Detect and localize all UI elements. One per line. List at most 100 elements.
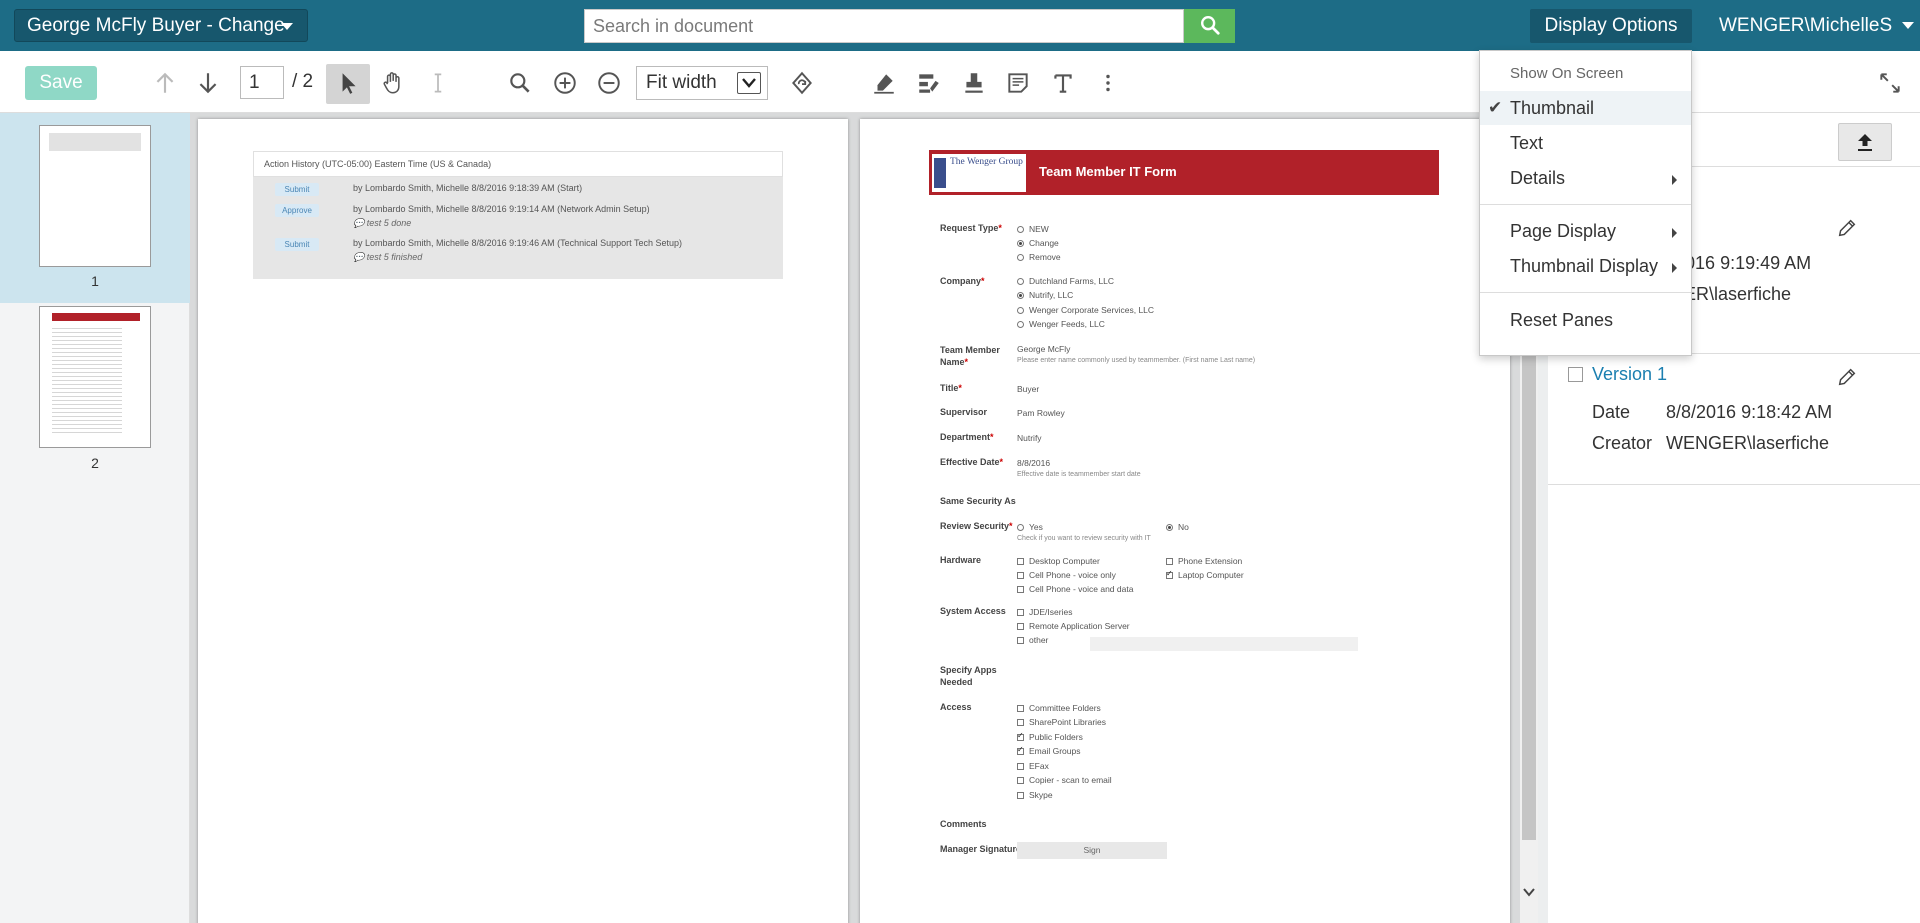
system-access-option[interactable]: Remote Application Server <box>1017 621 1130 631</box>
note-icon <box>1008 73 1028 93</box>
sign-button[interactable]: Sign <box>1017 842 1167 859</box>
request-type-option[interactable]: Remove <box>1017 252 1061 262</box>
hardware-option[interactable]: Desktop Computer <box>1017 556 1100 566</box>
edit-version-button[interactable] <box>1836 366 1860 390</box>
menu-item-label: Thumbnail <box>1510 98 1595 118</box>
radio-checked-icon <box>1017 292 1024 299</box>
supervisor-label: Supervisor <box>940 407 988 417</box>
thumbnail-page-1[interactable]: 1 <box>0 113 190 303</box>
pencil-icon <box>1838 219 1856 237</box>
zoom-in-button[interactable] <box>547 65 583 101</box>
access-option[interactable]: Email Groups <box>1017 745 1081 756</box>
review-security-yes[interactable]: Yes <box>1017 522 1043 532</box>
company-option[interactable]: Wenger Corporate Services, LLC <box>1017 305 1154 315</box>
version-1-link[interactable]: Version 1 <box>1592 364 1667 385</box>
request-type-option[interactable]: Change <box>1017 238 1059 248</box>
menu-item-page-display[interactable]: Page Display <box>1480 214 1691 248</box>
option-text: EFax <box>1029 761 1049 771</box>
review-security-no[interactable]: No <box>1166 522 1189 532</box>
radio-icon <box>1017 254 1024 261</box>
option-text: Remote Application Server <box>1029 621 1130 631</box>
text-annotation-button[interactable] <box>1045 65 1081 101</box>
effective-date-value: 8/8/2016 <box>1017 458 1051 468</box>
submenu-arrow-icon <box>1672 175 1677 185</box>
hardware-option[interactable]: Phone Extension <box>1166 556 1242 566</box>
sticky-note-button[interactable] <box>1000 65 1036 101</box>
menu-item-thumbnail[interactable]: ✔ Thumbnail <box>1480 91 1691 125</box>
thumbnail-content <box>49 133 141 151</box>
hardware-option[interactable]: Cell Phone - voice only <box>1017 570 1116 580</box>
checkmark-icon: ✔ <box>1488 98 1503 117</box>
user-name: WENGER\MichelleS <box>1719 15 1893 36</box>
option-text: other <box>1029 635 1049 645</box>
stamp-icon <box>965 73 983 93</box>
version-checkbox[interactable] <box>1568 367 1583 382</box>
search-button[interactable] <box>1184 9 1235 43</box>
other-text-field[interactable] <box>1090 637 1358 651</box>
company-option[interactable]: Wenger Feeds, LLC <box>1017 319 1105 329</box>
zoom-value: Fit width <box>646 72 717 93</box>
hardware-option[interactable]: Cell Phone - voice and data <box>1017 584 1133 594</box>
document-title-dropdown[interactable]: George McFly Buyer - Change <box>14 9 308 42</box>
company-option[interactable]: Nutrify, LLC <box>1017 290 1073 300</box>
arrow-down-icon <box>199 73 217 94</box>
text-select-tool-button[interactable] <box>420 65 456 101</box>
select-tool-button[interactable] <box>330 65 366 101</box>
pan-tool-button[interactable] <box>375 65 411 101</box>
option-text: Change <box>1029 238 1059 248</box>
menu-item-label: Thumbnail Display <box>1510 256 1659 276</box>
access-option[interactable]: Skype <box>1017 790 1053 800</box>
wenger-logo: The Wenger Group <box>932 154 1026 192</box>
menu-item-details[interactable]: Details <box>1480 161 1691 195</box>
company-option[interactable]: Dutchland Farms, LLC <box>1017 276 1114 286</box>
zoom-select[interactable]: Fit width <box>636 66 768 100</box>
request-type-option[interactable]: NEW <box>1017 224 1049 234</box>
checkbox-icon <box>1017 637 1024 644</box>
access-option[interactable]: Public Folders <box>1017 731 1083 742</box>
highlighter-icon <box>874 74 894 94</box>
search-input[interactable] <box>584 9 1184 43</box>
redact-button[interactable] <box>911 65 947 101</box>
system-access-option[interactable]: JDE/Iseries <box>1017 607 1072 617</box>
action-history-header: Action History (UTC-05:00) Eastern Time … <box>253 151 783 177</box>
access-option[interactable]: Copier - scan to email <box>1017 775 1112 785</box>
page-number-input[interactable] <box>240 66 284 99</box>
zoom-area-button[interactable] <box>502 65 538 101</box>
checkbox-icon <box>1166 558 1173 565</box>
label-text: Title <box>940 383 959 393</box>
more-options-button[interactable] <box>1090 65 1126 101</box>
upload-button[interactable] <box>1838 123 1892 161</box>
checkbox-checked-icon <box>1017 731 1024 741</box>
edit-version-button[interactable] <box>1836 217 1860 241</box>
save-button[interactable]: Save <box>25 66 97 100</box>
zoom-out-button[interactable] <box>591 65 627 101</box>
menu-item-text[interactable]: Text <box>1480 126 1691 160</box>
display-options-button[interactable]: Display Options <box>1530 9 1692 43</box>
access-option[interactable]: SharePoint Libraries <box>1017 717 1106 727</box>
scroll-down-button[interactable] <box>1522 885 1536 905</box>
previous-page-button[interactable] <box>147 65 183 101</box>
system-access-option[interactable]: other <box>1017 635 1048 645</box>
highlight-button[interactable] <box>866 65 902 101</box>
hardware-option[interactable]: Laptop Computer <box>1166 569 1244 580</box>
zoom-out-icon <box>598 72 620 94</box>
menu-item-thumbnail-display[interactable]: Thumbnail Display <box>1480 249 1691 283</box>
option-text: Public Folders <box>1029 732 1083 742</box>
fullscreen-button[interactable] <box>1872 65 1908 101</box>
checkbox-icon <box>1017 705 1024 712</box>
action-text: by Lombardo Smith, Michelle 8/8/2016 9:1… <box>353 183 583 193</box>
next-page-button[interactable] <box>190 65 226 101</box>
rotate-button[interactable] <box>784 65 820 101</box>
access-option[interactable]: EFax <box>1017 761 1049 771</box>
option-text: Email Groups <box>1029 746 1081 756</box>
version-creator: WENGER\laserfiche <box>1666 433 1830 453</box>
radio-icon <box>1017 524 1024 531</box>
thumbnail-number: 1 <box>91 273 99 289</box>
access-option[interactable]: Committee Folders <box>1017 703 1101 713</box>
document-viewer[interactable]: Action History (UTC-05:00) Eastern Time … <box>190 113 1520 923</box>
thumbnail-page-2[interactable]: 2 <box>0 303 190 493</box>
menu-item-reset-panes[interactable]: Reset Panes <box>1480 303 1691 337</box>
option-text: Wenger Feeds, LLC <box>1029 319 1105 329</box>
stamp-button[interactable] <box>956 65 992 101</box>
user-menu[interactable]: WENGER\MichelleS <box>1719 9 1915 43</box>
